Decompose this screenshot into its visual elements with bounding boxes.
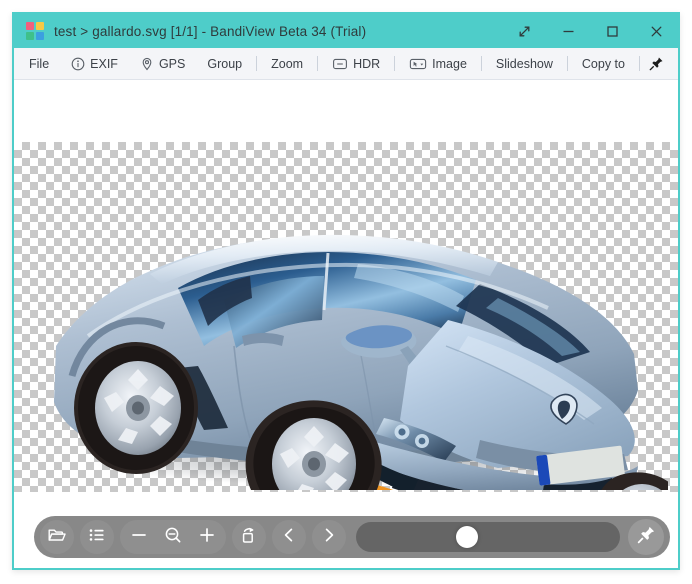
toolbar-label-hdr: HDR xyxy=(353,56,381,71)
rotate-button[interactable] xyxy=(232,520,266,554)
toolbar-item-exif[interactable]: EXIF xyxy=(60,51,129,76)
zoom-out-minus-button[interactable] xyxy=(122,520,156,554)
zoom-controls-group xyxy=(120,520,226,554)
toolbar-label-image: Image xyxy=(432,56,467,71)
displayed-image xyxy=(28,140,668,490)
image-position-slider[interactable] xyxy=(356,522,620,552)
chevron-right-icon xyxy=(319,525,339,550)
zoom-fit-button[interactable] xyxy=(156,520,190,554)
hdr-box-icon xyxy=(332,57,348,71)
previous-image-button[interactable] xyxy=(272,520,306,554)
toolbar-item-zoom[interactable]: Zoom xyxy=(260,51,314,76)
maximize-button[interactable] xyxy=(590,14,634,48)
minimize-button[interactable] xyxy=(546,14,590,48)
rotate-icon xyxy=(239,525,259,550)
gallardo-car-illustration xyxy=(54,234,668,490)
plus-icon xyxy=(197,525,217,550)
toolbar-label-exif: EXIF xyxy=(90,56,118,71)
toolbar-separator xyxy=(394,56,396,71)
map-pin-icon xyxy=(140,57,154,71)
bottom-toolbar xyxy=(34,516,670,558)
magnifier-icon xyxy=(163,525,183,550)
toolbar-label-gps: GPS xyxy=(158,56,186,71)
toolbar-item-slideshow[interactable]: Slideshow xyxy=(485,51,564,76)
toolbar-separator xyxy=(256,56,258,71)
toolbar-pin-button[interactable] xyxy=(643,51,671,76)
open-folder-button[interactable] xyxy=(40,520,74,554)
window-controls xyxy=(502,14,678,48)
toolbar-separator xyxy=(566,56,568,71)
toolbar-item-gps[interactable]: GPS xyxy=(129,51,196,76)
slider-handle[interactable] xyxy=(455,526,478,548)
toolbar-item-copy-to[interactable]: Copy to xyxy=(571,51,636,76)
toolbar-label-file: File xyxy=(29,56,50,71)
main-toolbar: File EXIF GPS Group Zoom HDR Image Slide… xyxy=(14,48,678,80)
toolbar-item-hdr[interactable]: HDR xyxy=(321,51,391,76)
close-button[interactable] xyxy=(634,14,678,48)
chevron-left-icon xyxy=(279,525,299,550)
minus-icon xyxy=(129,525,149,550)
image-select-icon xyxy=(409,57,427,71)
toolbar-label-group: Group xyxy=(207,56,243,71)
toolbar-separator xyxy=(638,56,640,71)
toolbar-separator xyxy=(480,56,482,71)
toolbar-separator xyxy=(317,56,319,71)
folder-icon xyxy=(47,525,67,550)
toolbar-label-slideshow: Slideshow xyxy=(495,56,553,71)
toolbar-item-image[interactable]: Image xyxy=(398,51,478,76)
zoom-in-plus-button[interactable] xyxy=(190,520,224,554)
list-icon xyxy=(87,525,107,550)
pin-toolbar-button[interactable] xyxy=(628,519,664,555)
window-title: test > gallardo.svg [1/1] - BandiView Be… xyxy=(54,23,367,39)
toolbar-label-copy-to: Copy to xyxy=(581,56,625,71)
title-bar[interactable]: test > gallardo.svg [1/1] - BandiView Be… xyxy=(14,14,678,48)
thumbnail-list-button[interactable] xyxy=(80,520,114,554)
toolbar-item-group[interactable]: Group xyxy=(196,51,253,76)
toolbar-label-zoom: Zoom xyxy=(271,56,304,71)
toolbar-item-file[interactable]: File xyxy=(18,51,60,76)
pin-icon xyxy=(637,525,656,549)
info-icon xyxy=(71,57,85,71)
image-viewer-area[interactable] xyxy=(14,80,678,568)
app-logo-icon xyxy=(26,22,44,40)
app-window: test > gallardo.svg [1/1] - BandiView Be… xyxy=(12,12,680,570)
next-image-button[interactable] xyxy=(312,520,346,554)
expand-button[interactable] xyxy=(502,14,546,48)
